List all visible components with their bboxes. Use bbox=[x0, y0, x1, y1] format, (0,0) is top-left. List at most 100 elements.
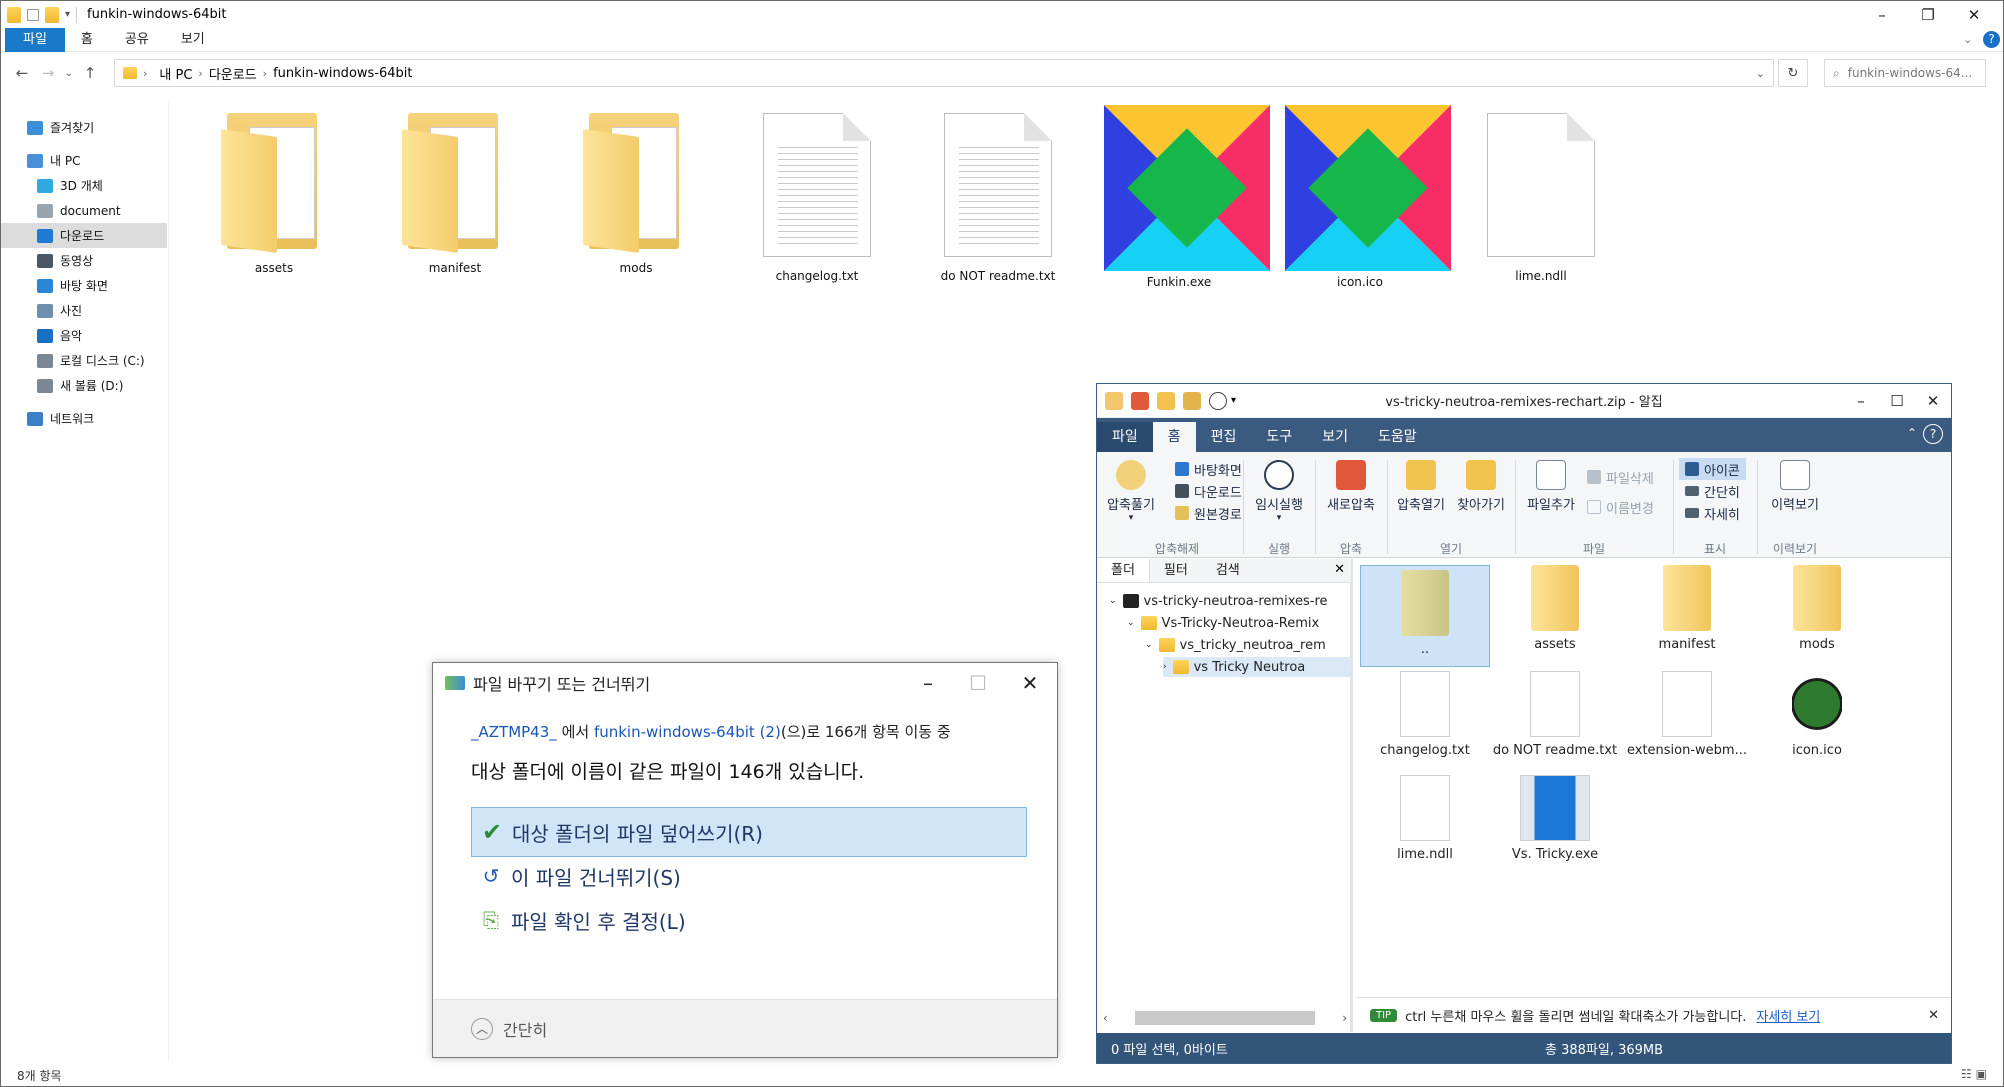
add-file-button[interactable]: 파일추가 bbox=[1521, 460, 1581, 513]
file-item[interactable]: do NOT readme.txt bbox=[923, 113, 1073, 283]
destination-folder-link[interactable]: funkin-windows-64bit (2) bbox=[594, 723, 781, 741]
chevron-down-icon[interactable]: ⌄ bbox=[1109, 596, 1117, 606]
tab-search[interactable]: 검색 bbox=[1202, 559, 1254, 582]
scroll-left-icon[interactable]: ‹ bbox=[1103, 1011, 1108, 1025]
nav-item-documents[interactable]: document bbox=[1, 198, 167, 223]
nav-item-pc[interactable]: 내 PC bbox=[1, 148, 167, 173]
detail-view-button[interactable]: 자세히 bbox=[1685, 502, 1740, 524]
file-item[interactable]: assets bbox=[199, 113, 349, 275]
extract-dropdown-icon[interactable]: ▾ bbox=[1105, 513, 1157, 523]
dialog-minimize-button[interactable]: – bbox=[903, 663, 953, 703]
simple-view-button[interactable]: 간단히 bbox=[1685, 480, 1740, 502]
nav-item-network[interactable]: 네트워크 bbox=[1, 406, 167, 431]
nav-item-video[interactable]: 동영상 bbox=[1, 248, 167, 273]
run-temp-dropdown-icon[interactable]: ▾ bbox=[1249, 513, 1309, 523]
nav-item-3d-objects[interactable]: 3D 개체 bbox=[1, 173, 167, 198]
search-input[interactable]: ⌕ funkin-windows-64... bbox=[1824, 59, 1986, 87]
file-item[interactable]: lime.ndll bbox=[1466, 113, 1616, 283]
properties-icon[interactable] bbox=[27, 8, 39, 21]
tab-filter[interactable]: 필터 bbox=[1150, 559, 1202, 582]
address-bar[interactable]: › 내 PC › 다운로드 › funkin-windows-64bit ⌄ bbox=[114, 59, 1774, 87]
tab-home[interactable]: 홈 bbox=[65, 28, 109, 52]
alzip-help-icon[interactable]: ? bbox=[1923, 424, 1943, 444]
archive-item[interactable]: do NOT readme.txt bbox=[1490, 671, 1620, 758]
tab-view[interactable]: 보기 bbox=[165, 28, 221, 52]
file-item[interactable]: Funkin.exe bbox=[1104, 105, 1270, 289]
tree-node-folder-1[interactable]: ⌄ Vs-Tricky-Neutroa-Remix bbox=[1127, 613, 1319, 633]
chevron-down-icon[interactable]: ⌄ bbox=[1145, 640, 1153, 650]
recent-dropdown-icon[interactable]: ⌄ bbox=[61, 68, 77, 79]
history-button[interactable]: 이력보기 bbox=[1763, 460, 1827, 513]
view-toggle-icons[interactable]: ☷ ▣ bbox=[1961, 1067, 1987, 1081]
alzip-tab-file[interactable]: 파일 bbox=[1097, 422, 1153, 452]
tab-share[interactable]: 공유 bbox=[109, 28, 165, 52]
dialog-close-button[interactable]: ✕ bbox=[1005, 663, 1055, 703]
quick-access-dropdown-icon[interactable]: ▾ bbox=[65, 9, 70, 20]
extract-original-path-button[interactable]: 원본경로 bbox=[1175, 502, 1242, 524]
rename-button[interactable]: 이름변경 bbox=[1587, 496, 1654, 518]
minimize-button[interactable]: – bbox=[1859, 1, 1905, 28]
extract-download-button[interactable]: 다운로드 bbox=[1175, 480, 1242, 502]
close-button[interactable]: ✕ bbox=[1951, 1, 1997, 28]
back-arrow-icon[interactable]: ← bbox=[9, 64, 35, 82]
archive-item[interactable]: Vs. Tricky.exe bbox=[1490, 775, 1620, 862]
file-item[interactable]: manifest bbox=[380, 113, 530, 275]
tip-close-icon[interactable]: ✕ bbox=[1928, 1008, 1939, 1023]
nav-item-disk-d[interactable]: 새 볼륨 (D:) bbox=[1, 373, 167, 398]
tab-folder[interactable]: 폴더 bbox=[1097, 559, 1150, 582]
quick-access-dropdown-icon[interactable]: ▾ bbox=[1231, 395, 1236, 406]
nav-item-download[interactable]: 다운로드 bbox=[1, 223, 167, 248]
nav-item-star[interactable]: 즐겨찾기 bbox=[1, 115, 167, 140]
nav-item-desktop[interactable]: 바탕 화면 bbox=[1, 273, 167, 298]
nav-item-disk-c[interactable]: 로컬 디스크 (C:) bbox=[1, 348, 167, 373]
source-folder-link[interactable]: _AZTMP43_ bbox=[471, 723, 557, 741]
quick-run-icon[interactable] bbox=[1209, 391, 1227, 410]
file-item[interactable]: icon.ico bbox=[1285, 105, 1451, 289]
archive-item[interactable]: mods bbox=[1752, 565, 1882, 652]
quick-open-icon[interactable] bbox=[1157, 391, 1175, 410]
archive-item[interactable]: extension-webm... bbox=[1622, 671, 1752, 758]
alzip-close-button[interactable]: ✕ bbox=[1915, 384, 1951, 418]
new-folder-icon[interactable] bbox=[45, 6, 59, 23]
folder-pane-close-icon[interactable]: ✕ bbox=[1334, 559, 1345, 581]
archive-item[interactable]: manifest bbox=[1622, 565, 1752, 652]
alzip-tab-edit[interactable]: 편집 bbox=[1196, 422, 1252, 452]
archive-item[interactable]: lime.ndll bbox=[1360, 775, 1490, 862]
archive-item[interactable]: changelog.txt bbox=[1360, 671, 1490, 758]
chevron-down-icon[interactable]: ⌄ bbox=[1127, 618, 1135, 628]
file-item[interactable]: mods bbox=[561, 113, 711, 275]
tree-horizontal-scrollbar[interactable]: ‹ › bbox=[1103, 1009, 1347, 1027]
chevron-up-icon[interactable]: ︿ bbox=[471, 1017, 493, 1040]
scroll-right-icon[interactable]: › bbox=[1342, 1011, 1347, 1025]
forward-arrow-icon[interactable]: → bbox=[35, 64, 61, 82]
open-zip-button[interactable]: 압축열기 bbox=[1393, 460, 1449, 513]
tree-node-zip[interactable]: ⌄ vs-tricky-neutroa-remixes-re bbox=[1109, 591, 1328, 611]
breadcrumb-current-folder[interactable]: funkin-windows-64bit bbox=[273, 66, 412, 81]
fewer-details-button[interactable]: 간단히 bbox=[503, 1017, 547, 1041]
ribbon-expand-icon[interactable]: ⌄ bbox=[1963, 33, 1972, 46]
skip-files-option[interactable]: ↺ 이 파일 건너뛰기(S) bbox=[471, 851, 1027, 901]
find-button[interactable]: 찾아가기 bbox=[1453, 460, 1509, 513]
alzip-tab-tools[interactable]: 도구 bbox=[1251, 422, 1307, 452]
alzip-tab-help[interactable]: 도움말 bbox=[1363, 422, 1432, 452]
extract-button[interactable]: 압축풀기 ▾ bbox=[1105, 460, 1157, 523]
alzip-minimize-button[interactable]: – bbox=[1843, 384, 1879, 418]
replace-files-option[interactable]: ✔ 대상 폴더의 파일 덮어쓰기(R) bbox=[471, 807, 1027, 857]
scrollbar-thumb[interactable] bbox=[1135, 1011, 1315, 1025]
run-temp-button[interactable]: 임시실행 ▾ bbox=[1249, 460, 1309, 523]
tree-node-folder-3[interactable]: › vs Tricky Neutroa bbox=[1163, 657, 1351, 677]
refresh-button[interactable]: ↻ bbox=[1778, 59, 1808, 87]
archive-item[interactable]: .. bbox=[1360, 565, 1490, 667]
alzip-maximize-button[interactable]: ☐ bbox=[1879, 384, 1915, 418]
archive-item[interactable]: icon.ico bbox=[1752, 671, 1882, 758]
address-dropdown-icon[interactable]: ⌄ bbox=[1756, 67, 1765, 80]
nav-item-music[interactable]: 음악 bbox=[1, 323, 167, 348]
tip-more-link[interactable]: 자세히 보기 bbox=[1756, 1006, 1820, 1025]
archive-item[interactable]: assets bbox=[1490, 565, 1620, 652]
nav-item-pictures[interactable]: 사진 bbox=[1, 298, 167, 323]
chevron-right-icon[interactable]: › bbox=[1163, 662, 1167, 672]
tab-file[interactable]: 파일 bbox=[5, 27, 65, 52]
breadcrumb-downloads[interactable]: 다운로드 bbox=[209, 64, 257, 83]
breadcrumb-this-pc[interactable]: 내 PC bbox=[159, 64, 192, 83]
up-arrow-icon[interactable]: ↑ bbox=[77, 64, 103, 82]
